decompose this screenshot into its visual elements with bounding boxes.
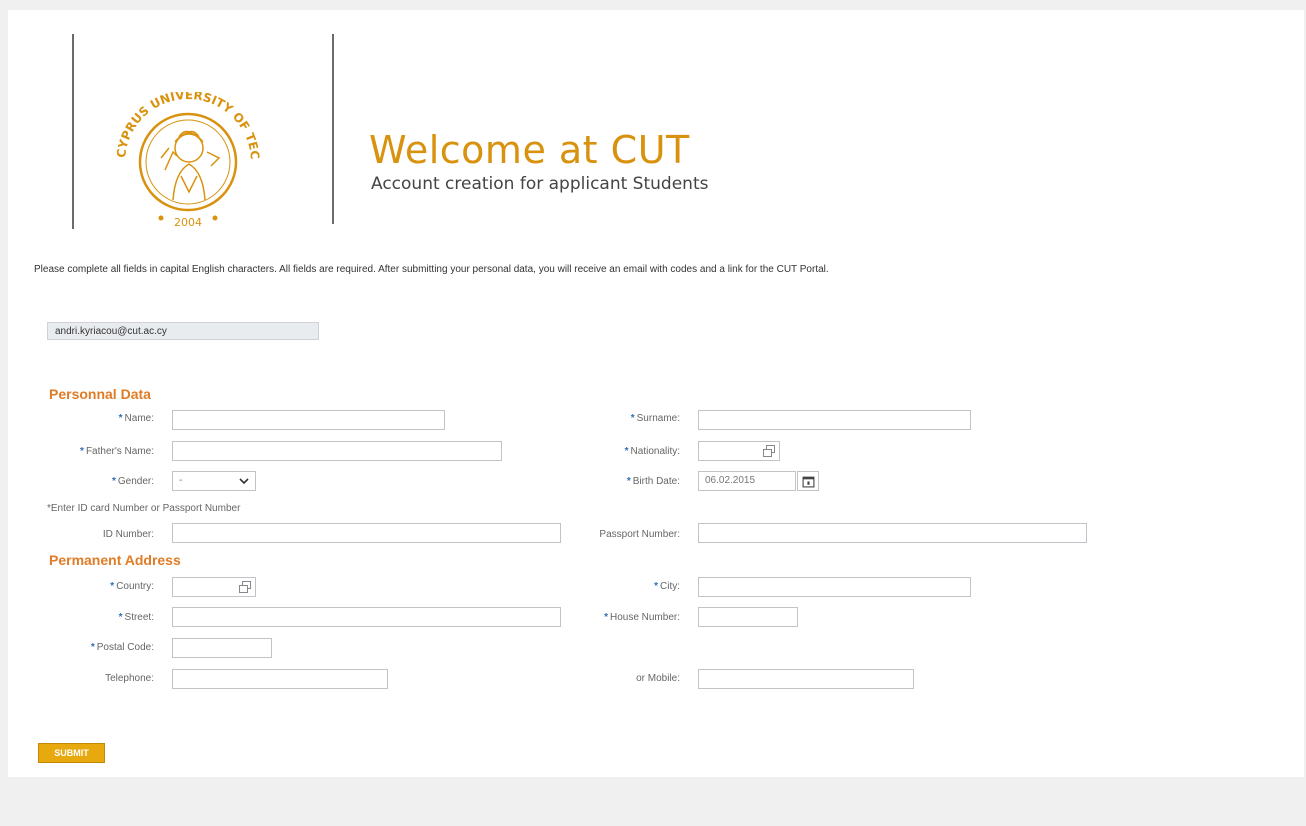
postal-code-input[interactable]: [172, 638, 272, 658]
mobile-input[interactable]: [698, 669, 914, 689]
required-marker: *: [626, 476, 631, 487]
required-marker: *: [110, 581, 115, 592]
city-input[interactable]: [698, 577, 971, 597]
passport-number-label: Passport Number:: [599, 529, 680, 540]
required-marker: *: [624, 446, 629, 457]
date-picker-button[interactable]: [797, 471, 819, 491]
telephone-input[interactable]: [172, 669, 388, 689]
street-input[interactable]: [172, 607, 561, 627]
header-divider-right: [332, 34, 334, 224]
submit-button[interactable]: SUBMIT: [38, 743, 105, 763]
birth-date-input[interactable]: 06.02.2015: [698, 471, 796, 491]
surname-label: * Surname:: [630, 413, 680, 424]
calendar-icon: [802, 476, 815, 488]
fathers-name-input[interactable]: [172, 441, 502, 461]
value-help-icon[interactable]: [763, 445, 775, 457]
required-marker: *: [118, 612, 123, 623]
email-field: andri.kyriacou@cut.ac.cy: [47, 322, 319, 340]
required-marker: *: [630, 413, 635, 424]
city-label: * City:: [654, 581, 680, 592]
required-marker: *: [111, 476, 116, 487]
logo-year: 2004: [174, 216, 202, 229]
header-divider-left: [72, 34, 74, 229]
name-input[interactable]: [172, 410, 445, 430]
chevron-down-icon: [239, 478, 249, 485]
id-hint-text: *Enter ID card Number or Passport Number: [47, 503, 241, 514]
country-input[interactable]: [172, 577, 256, 597]
telephone-label: Telephone:: [105, 673, 154, 684]
country-label: * Country:: [110, 581, 154, 592]
page-subtitle: Account creation for applicant Students: [371, 174, 709, 194]
id-number-input[interactable]: [172, 523, 561, 543]
page-title: Welcome at CUT: [369, 128, 690, 172]
svg-text:CYPRUS UNIVERSITY OF TECHNOLOG: CYPRUS UNIVERSITY OF TECHNOLOGY: [103, 92, 262, 160]
required-marker: *: [654, 581, 658, 592]
nationality-input[interactable]: [698, 441, 780, 461]
fathers-name-label: * Father's Name:: [80, 446, 154, 457]
gender-label: * Gender:: [111, 476, 154, 487]
postal-code-label: * Postal Code:: [90, 642, 154, 653]
value-help-icon[interactable]: [239, 581, 251, 593]
surname-input[interactable]: [698, 410, 971, 430]
house-number-label: * House Number:: [604, 612, 680, 623]
cut-logo: CYPRUS UNIVERSITY OF TECHNOLOGY 2004: [103, 92, 262, 229]
mobile-label: or Mobile:: [636, 673, 680, 684]
id-number-label: ID Number:: [102, 529, 154, 540]
house-number-input[interactable]: [698, 607, 798, 627]
birth-date-value: 06.02.2015: [705, 475, 756, 486]
passport-number-input[interactable]: [698, 523, 1087, 543]
gender-value: -: [179, 475, 183, 486]
required-marker: *: [80, 446, 84, 457]
required-marker: *: [604, 612, 608, 623]
gender-select[interactable]: -: [172, 471, 256, 491]
section-title-address: Permanent Address: [49, 552, 181, 568]
section-title-personal: Personnal Data: [49, 386, 151, 402]
instructions-text: Please complete all fields in capital En…: [34, 264, 829, 275]
street-label: * Street:: [118, 612, 154, 623]
required-marker: *: [90, 642, 95, 653]
logo-ring-text: CYPRUS UNIVERSITY OF TECHNOLOGY: [103, 92, 262, 160]
required-marker: *: [118, 413, 123, 424]
birth-date-label: * Birth Date:: [626, 476, 680, 487]
name-label: * Name:: [118, 413, 154, 424]
nationality-label: * Nationality:: [624, 446, 680, 457]
